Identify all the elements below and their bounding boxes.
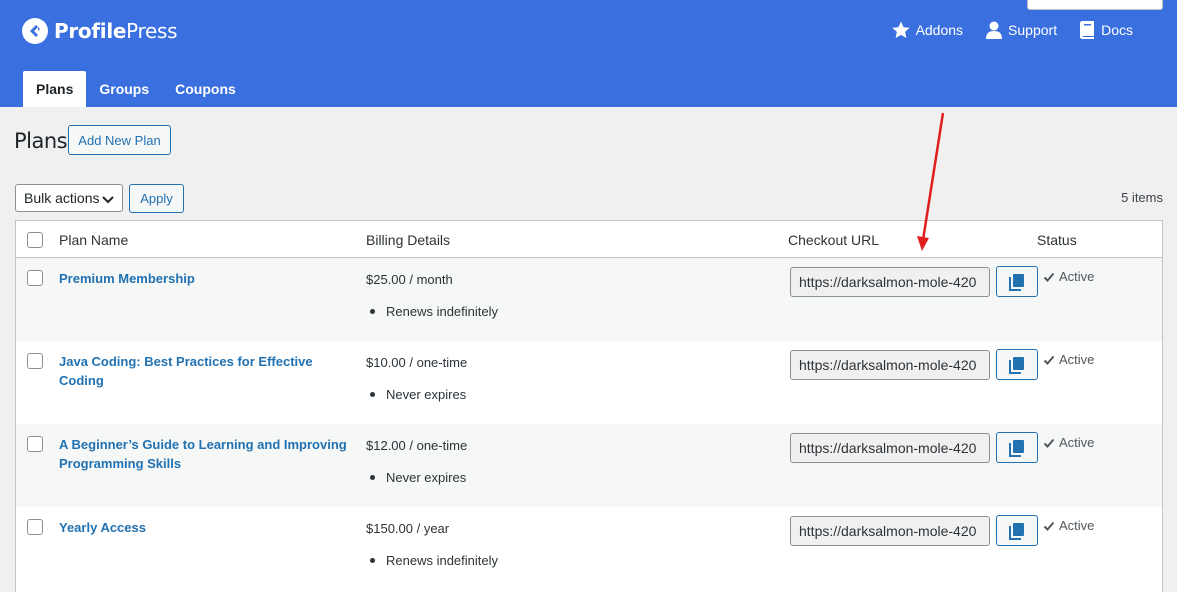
bullet-icon — [370, 475, 375, 480]
plan-name-link[interactable]: A Beginner’s Guide to Learning and Impro… — [59, 435, 349, 473]
row-checkbox[interactable] — [27, 353, 43, 369]
plans-table: Plan Name Billing Details Checkout URL S… — [15, 220, 1163, 592]
page-title: Plans — [14, 129, 68, 153]
support-label: Support — [1008, 22, 1058, 38]
checkout-url-field[interactable]: https://darksalmon-mole-420 — [790, 267, 990, 297]
docs-link[interactable]: Docs — [1079, 20, 1133, 40]
billing-price: $25.00 / month — [366, 272, 453, 287]
status-badge: Active — [1043, 518, 1094, 533]
star-icon — [891, 21, 910, 38]
tab-plans[interactable]: Plans — [23, 71, 87, 107]
column-status: Status — [1037, 232, 1077, 248]
billing-price: $10.00 / one-time — [366, 355, 468, 370]
column-billing-details: Billing Details — [366, 232, 451, 248]
copy-url-button[interactable] — [996, 432, 1038, 463]
row-checkbox[interactable] — [27, 519, 43, 535]
header-bar: ProfilePress Addons Support Docs Plans G… — [0, 0, 1177, 107]
tab-groups[interactable]: Groups — [86, 71, 162, 107]
billing-detail: Never expires — [370, 387, 466, 402]
addons-label: Addons — [915, 22, 964, 38]
copy-icon — [1009, 273, 1024, 291]
checkout-url-field[interactable]: https://darksalmon-mole-420 — [790, 350, 990, 380]
copy-url-button[interactable] — [996, 266, 1038, 297]
copy-icon — [1009, 356, 1024, 374]
checkout-url-field[interactable]: https://darksalmon-mole-420 — [790, 433, 990, 463]
copy-url-button[interactable] — [996, 515, 1038, 546]
plan-name-link[interactable]: Premium Membership — [59, 269, 349, 288]
brand[interactable]: ProfilePress — [22, 18, 178, 44]
table-header: Plan Name Billing Details Checkout URL S… — [16, 221, 1162, 258]
book-icon — [1080, 21, 1095, 39]
addons-link[interactable]: Addons — [891, 20, 963, 40]
brand-name: ProfilePress — [54, 19, 178, 43]
status-badge: Active — [1043, 352, 1094, 367]
bullet-icon — [370, 392, 375, 397]
billing-price: $12.00 / one-time — [366, 438, 468, 453]
checkmark-icon — [1043, 272, 1055, 282]
row-checkbox[interactable] — [27, 270, 43, 286]
column-checkout-url: Checkout URL — [788, 232, 880, 248]
user-icon — [986, 21, 1003, 39]
checkmark-icon — [1043, 438, 1055, 448]
add-new-plan-button[interactable]: Add New Plan — [68, 125, 171, 155]
support-link[interactable]: Support — [985, 20, 1057, 40]
billing-detail: Never expires — [370, 470, 466, 485]
row-checkbox[interactable] — [27, 436, 43, 452]
checkmark-icon — [1043, 521, 1055, 531]
tab-coupons[interactable]: Coupons — [162, 71, 249, 107]
apply-button[interactable]: Apply — [129, 184, 184, 213]
items-count: 5 items — [1121, 190, 1163, 205]
bulk-actions-select[interactable]: Bulk actions — [15, 184, 123, 212]
checkmark-icon — [1043, 355, 1055, 365]
status-badge: Active — [1043, 435, 1094, 450]
chevron-down-icon — [102, 196, 114, 204]
copy-icon — [1009, 439, 1024, 457]
table-row: A Beginner’s Guide to Learning and Impro… — [16, 424, 1162, 507]
table-row: Java Coding: Best Practices for Effectiv… — [16, 341, 1162, 424]
table-row: Yearly Access $150.00 / year Renews inde… — [16, 507, 1162, 590]
status-badge: Active — [1043, 269, 1094, 284]
bulk-actions-label: Bulk actions — [24, 190, 100, 206]
profilepress-logo-icon — [22, 18, 48, 44]
copy-url-button[interactable] — [996, 349, 1038, 380]
plan-name-link[interactable]: Java Coding: Best Practices for Effectiv… — [59, 352, 349, 390]
column-plan-name[interactable]: Plan Name — [59, 232, 128, 248]
checkout-url-field[interactable]: https://darksalmon-mole-420 — [790, 516, 990, 546]
copy-icon — [1009, 522, 1024, 540]
select-all-checkbox[interactable] — [27, 232, 43, 248]
billing-detail: Renews indefinitely — [370, 304, 498, 319]
docs-label: Docs — [1101, 22, 1133, 38]
bullet-icon — [370, 558, 375, 563]
tab-bar: Plans Groups Coupons — [23, 71, 249, 107]
billing-detail: Renews indefinitely — [370, 553, 498, 568]
billing-price: $150.00 / year — [366, 521, 450, 536]
bullet-icon — [370, 309, 375, 314]
screen-options-button[interactable] — [1027, 0, 1163, 10]
plan-name-link[interactable]: Yearly Access — [59, 518, 349, 537]
table-row: Premium Membership $25.00 / month Renews… — [16, 258, 1162, 341]
top-nav: Addons Support Docs — [891, 20, 1133, 40]
